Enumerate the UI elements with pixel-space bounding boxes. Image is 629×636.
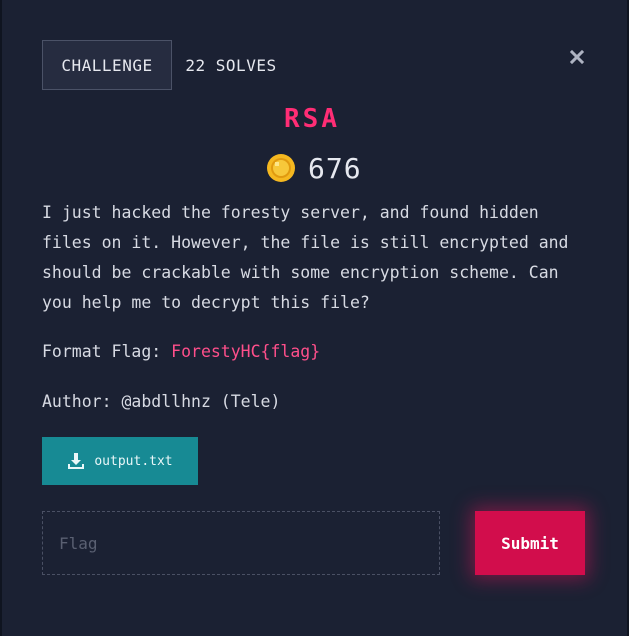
tab-challenge[interactable]: CHALLENGE bbox=[42, 40, 172, 90]
flag-input[interactable] bbox=[42, 511, 440, 575]
close-icon bbox=[570, 50, 584, 64]
coin-icon bbox=[267, 154, 295, 182]
author-line: Author: @abdllhnz (Tele) bbox=[42, 392, 281, 411]
challenge-title: RSA bbox=[284, 104, 340, 134]
tab-challenge-label: CHALLENGE bbox=[61, 55, 153, 75]
download-icon bbox=[68, 453, 85, 469]
close-button[interactable] bbox=[566, 46, 588, 68]
download-file-button[interactable]: output.txt bbox=[42, 437, 198, 485]
challenge-description: I just hacked the foresty server, and fo… bbox=[42, 203, 569, 312]
tab-solves[interactable]: 22 SOLVES bbox=[172, 40, 290, 90]
points-row: 676 bbox=[266, 150, 362, 186]
challenge-modal: CHALLENGE 22 SOLVES RSA 676 I just hacke… bbox=[2, 0, 627, 636]
tab-solves-label: 22 SOLVES bbox=[185, 55, 277, 75]
download-filename: output.txt bbox=[94, 453, 173, 469]
format-flag-label: Format Flag: bbox=[42, 342, 172, 361]
format-flag-line: Format Flag: ForestyHC{flag} bbox=[42, 337, 320, 367]
submit-button[interactable]: Submit bbox=[475, 511, 585, 575]
challenge-points: 676 bbox=[308, 151, 362, 185]
format-flag-value: ForestyHC{flag} bbox=[171, 342, 321, 361]
